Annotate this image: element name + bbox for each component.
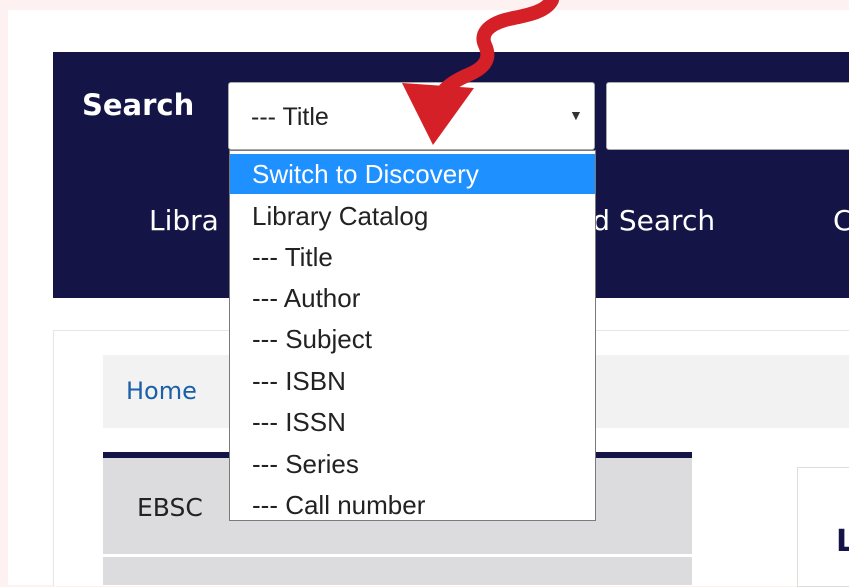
nav-advanced-search[interactable]: ed Search (575, 204, 715, 237)
nav-item-cut-off[interactable]: C (833, 204, 849, 237)
search-type-dropdown-list: Switch to Discovery Library Catalog --- … (229, 150, 596, 521)
dropdown-option-title[interactable]: --- Title (230, 237, 595, 277)
dropdown-option-subject[interactable]: --- Subject (230, 319, 595, 359)
dropdown-option-call-number[interactable]: --- Call number (230, 485, 595, 525)
dropdown-option-author[interactable]: --- Author (230, 278, 595, 318)
search-label: Search (82, 88, 195, 122)
search-input[interactable] (606, 82, 849, 150)
search-type-selected-value: --- Title (251, 103, 329, 131)
dropdown-option-issn[interactable]: --- ISSN (230, 402, 595, 442)
dropdown-option-isbn[interactable]: --- ISBN (230, 361, 595, 401)
right-panel-title: L (836, 524, 849, 559)
nav-library-catalog[interactable]: Libra (149, 204, 219, 237)
dropdown-option-library-catalog[interactable]: Library Catalog (230, 196, 595, 236)
sidebar-item-label: EBSC (137, 493, 203, 522)
dropdown-option-switch-to-discovery[interactable]: Switch to Discovery (230, 154, 595, 194)
breadcrumb-home-link[interactable]: Home (126, 377, 197, 405)
dropdown-option-series[interactable]: --- Series (230, 444, 595, 484)
curved-arrow-icon (402, 0, 559, 145)
